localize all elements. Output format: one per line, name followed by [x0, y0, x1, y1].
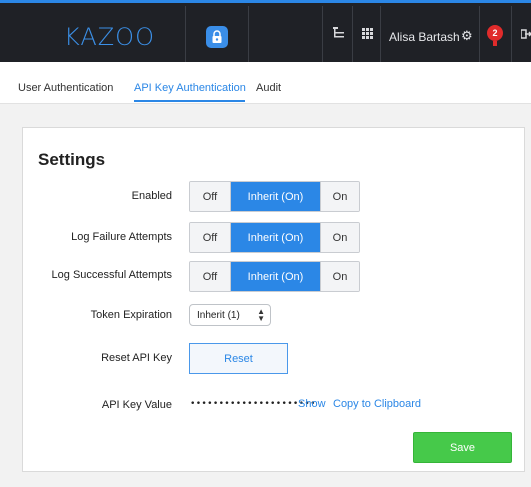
bell-icon[interactable] [493, 41, 497, 46]
divider [380, 6, 381, 65]
log-success-label: Log Successful Attempts [51, 269, 172, 281]
tree-icon[interactable] [333, 27, 345, 42]
show-key-link[interactable]: Show [298, 398, 326, 410]
copy-to-clipboard-link[interactable]: Copy to Clipboard [333, 398, 421, 410]
settings-title: Settings [38, 150, 106, 169]
user-name[interactable]: Alisa Bartash [389, 30, 460, 44]
log-failure-label: Log Failure Attempts [71, 231, 172, 243]
divider [185, 6, 186, 65]
divider [322, 6, 323, 65]
token-expiration-select[interactable]: Inherit (1) ▲ ▼ [189, 304, 271, 326]
settings-panel [22, 127, 525, 472]
log-failure-inherit-option[interactable]: Inherit (On) [231, 223, 320, 252]
kazoo-logo[interactable]: KAZOO [64, 23, 155, 51]
divider [479, 6, 480, 65]
log-failure-off-option[interactable]: Off [190, 223, 231, 252]
log-failure-toggle: Off Inherit (On) On [189, 222, 360, 253]
token-expiration-value: Inherit (1) [197, 309, 240, 321]
exit-icon[interactable] [520, 28, 531, 42]
select-arrows-icon: ▲ ▼ [257, 307, 265, 323]
save-button[interactable]: Save [413, 432, 512, 463]
tab-bar: User Authentication API Key Authenticati… [0, 62, 531, 104]
enabled-inherit-option[interactable]: Inherit (On) [231, 182, 320, 211]
log-success-inherit-option[interactable]: Inherit (On) [231, 262, 320, 291]
enabled-on-option[interactable]: On [320, 182, 359, 211]
reset-button[interactable]: Reset [189, 343, 288, 374]
top-bar: KAZOO Alisa Bartash ⚙ 2 [0, 0, 531, 65]
log-success-toggle: Off Inherit (On) On [189, 261, 360, 292]
log-failure-on-option[interactable]: On [320, 223, 359, 252]
log-success-off-option[interactable]: Off [190, 262, 231, 291]
lock-icon[interactable] [206, 26, 228, 48]
tab-audit[interactable]: Audit [256, 82, 281, 94]
enabled-toggle: Off Inherit (On) On [189, 181, 360, 212]
gear-icon[interactable]: ⚙ [461, 28, 473, 44]
tab-user-authentication[interactable]: User Authentication [18, 82, 113, 94]
token-expiration-label: Token Expiration [90, 309, 172, 321]
reset-api-key-label: Reset API Key [101, 352, 172, 364]
divider [511, 6, 512, 65]
active-tab-indicator [134, 100, 245, 102]
api-key-masked-value: •••••••••••••••••••••• [190, 399, 316, 409]
divider [352, 6, 353, 65]
log-success-on-option[interactable]: On [320, 262, 359, 291]
api-key-value-label: API Key Value [101, 399, 172, 411]
enabled-off-option[interactable]: Off [190, 182, 231, 211]
enabled-label: Enabled [131, 190, 172, 202]
grid-icon[interactable] [362, 27, 373, 42]
divider [248, 6, 249, 65]
notification-badge[interactable]: 2 [487, 25, 503, 41]
tab-api-key-authentication[interactable]: API Key Authentication [134, 82, 246, 94]
